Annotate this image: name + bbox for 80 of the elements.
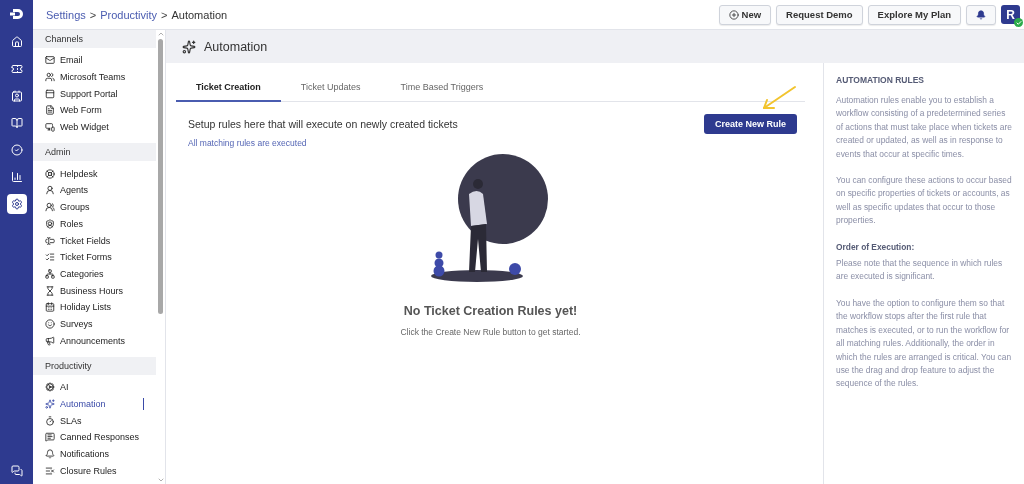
people-icon [45, 72, 55, 83]
mail-icon [45, 55, 55, 66]
sidebar-item[interactable]: Microsoft Teams [33, 68, 156, 86]
scrollbar-thumb[interactable] [158, 39, 163, 314]
sidebar-item[interactable]: Ticket Fields [33, 232, 156, 249]
tab[interactable]: Ticket Updates [280, 73, 381, 102]
section-title: Productivity [33, 357, 156, 375]
page-title: Automation [204, 39, 268, 54]
sidebar-item[interactable]: Closure Rules [33, 462, 156, 480]
header-button[interactable]: Request Demo [776, 4, 863, 25]
help-heading: Order of Execution: [836, 240, 916, 254]
help-paragraph: You have the option to configure them so that the workflow stops after the first rule that matches is executed, or to run the workflow for all matching rules. Additionally, the order in which the rules are arranged is critical. You can use the drag and drop feature to adjust the sequence of the rules. [836, 296, 1013, 391]
sidebar-item[interactable]: Helpdesk [33, 165, 156, 183]
check-badge-icon [1014, 18, 1023, 27]
sidebar-item[interactable]: SLAs [33, 412, 156, 430]
cog-icon [45, 382, 55, 393]
header-button[interactable]: Explore My Plan [867, 4, 961, 25]
sidebar-item[interactable]: Canned Responses [33, 429, 156, 446]
role-icon [45, 218, 55, 229]
sidebar-item[interactable]: Web Widget [33, 118, 156, 136]
breadcrumb-separator: > [161, 8, 168, 21]
sidebar-item[interactable]: AI [33, 379, 156, 396]
section-title: Channels [33, 30, 156, 48]
sidebar-item[interactable]: Email [33, 52, 156, 69]
section-title: Admin [33, 143, 156, 162]
settings-icon[interactable] [6, 194, 27, 214]
hourglass-icon [45, 285, 55, 296]
new-button[interactable]: New [718, 4, 772, 25]
message-icon [45, 432, 55, 443]
empty-state-title: No Ticket Creation Rules yet! [402, 304, 579, 318]
sidebar-item[interactable]: Automation [33, 395, 156, 413]
timer-icon [45, 415, 55, 426]
plus-circle-icon [728, 9, 739, 20]
help-paragraph: Automation rules enable you to establish a workflow consisting of a predetermined series of actions that must take place when tickets are created or updated, as well as in response to events that occur at specific times. [836, 94, 1013, 161]
tab[interactable]: Ticket Creation [176, 73, 281, 102]
list-icon [45, 252, 55, 263]
breadcrumb-separator: > [89, 8, 97, 21]
field-icon [45, 235, 55, 246]
screens-icon [45, 122, 55, 133]
note-text: All matching rules are executed [187, 137, 308, 150]
user-avatar[interactable]: R [1001, 5, 1020, 24]
breadcrumb-link[interactable]: Settings [46, 8, 86, 21]
sidebar-item[interactable]: Notifications [33, 445, 156, 463]
sidebar-item[interactable]: Surveys [33, 315, 156, 333]
star-sparkle-icon [182, 39, 196, 54]
help-paragraph: You can configure these actions to occur based on specific properties of tickets or accounts, as well as specific updates that occur to those properties. [836, 174, 1013, 228]
person-icon [45, 185, 55, 196]
sidebar-item[interactable]: Holiday Lists [33, 298, 156, 316]
hierarchy-icon [45, 268, 55, 279]
sidebar-item[interactable]: Web Form [33, 102, 156, 119]
breadcrumb-link[interactable]: Productivity [100, 8, 158, 21]
empty-state-hint: Click the Create New Rule button to get started. [399, 327, 582, 337]
star-sparkle-icon [45, 399, 55, 410]
bell-icon [45, 449, 55, 460]
window-icon [45, 88, 55, 99]
sidebar-item[interactable]: Support Portal [33, 85, 156, 103]
notifications-button[interactable] [966, 4, 996, 25]
intro-text: Setup rules here that will execute on newly created tickets [188, 118, 458, 130]
tab[interactable]: Time Based Triggers [380, 73, 504, 102]
sidebar-item[interactable]: Announcements [33, 332, 156, 349]
annotation-arrow [761, 85, 797, 111]
sidebar-item[interactable]: Roles [33, 215, 156, 233]
lifebuoy-icon [45, 168, 55, 179]
list-icon [45, 465, 55, 476]
megaphone-icon [45, 335, 55, 346]
sidebar-item[interactable]: Agents [33, 182, 156, 199]
sidebar-item[interactable]: Groups [33, 198, 156, 216]
sidebar-item[interactable]: Categories [33, 265, 156, 283]
help-title: AUTOMATION RULES [836, 75, 925, 85]
logo-icon[interactable] [8, 6, 25, 22]
form-icon [45, 105, 55, 116]
sidebar-item[interactable]: Business Hours [33, 282, 156, 299]
sidebar-item[interactable]: Ticket Forms [33, 248, 156, 266]
bell-icon [976, 9, 986, 20]
smiley-icon [45, 318, 55, 329]
create-rule-button[interactable]: Create New Rule [703, 114, 797, 134]
help-paragraph: Please note that the sequence in which rules are executed is significant. [836, 257, 1004, 284]
breadcrumb-current: Automation [171, 8, 228, 21]
calendar-icon [45, 302, 55, 313]
group-icon [45, 202, 55, 213]
